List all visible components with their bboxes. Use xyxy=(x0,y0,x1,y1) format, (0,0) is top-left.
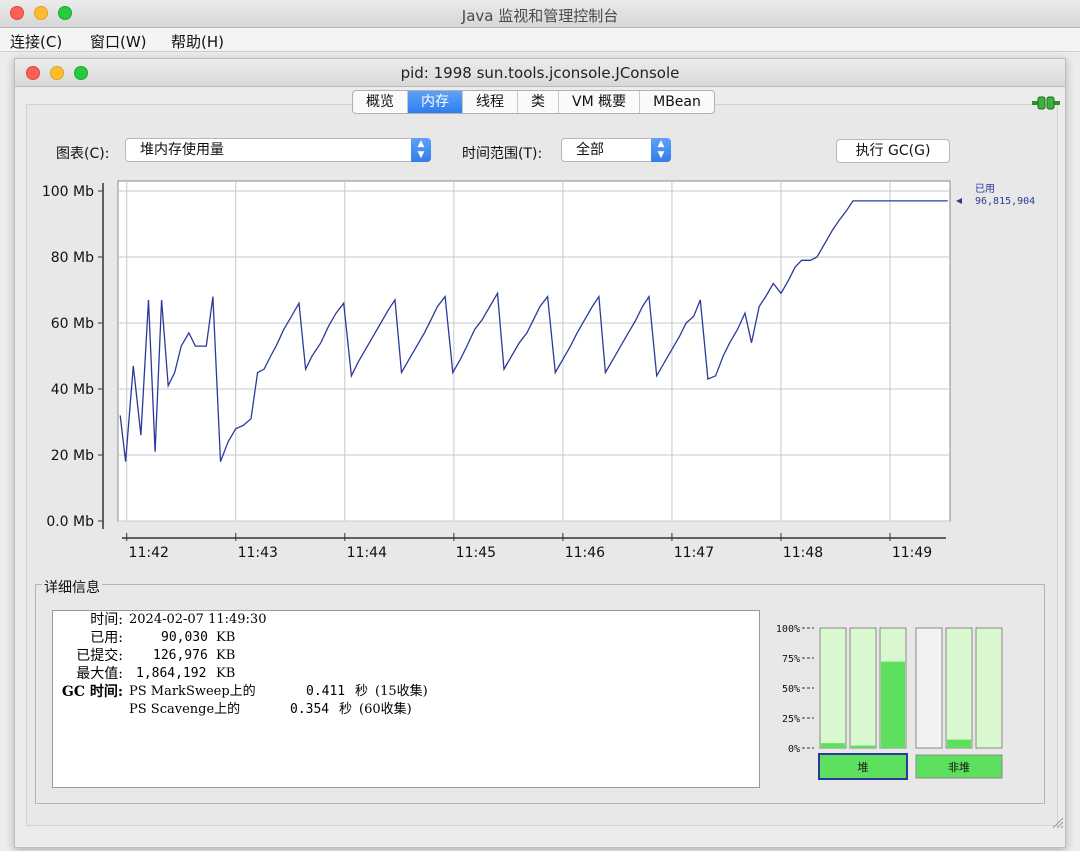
pool-bar-fill xyxy=(947,739,971,748)
heap-pool-label: 堆 xyxy=(858,761,869,774)
menu-bar: 连接(C) 窗口(W) 帮助(H) xyxy=(0,28,1080,52)
details-info-area: 时间: 2024-02-07 11:49:30 已用: 90,030 KB 已提… xyxy=(52,610,760,788)
resize-grip-icon[interactable] xyxy=(1050,815,1064,829)
pool-y-axis: 100% 75% 50% 25% 0% xyxy=(776,624,814,755)
chart-type-select-value: 堆内存使用量 xyxy=(140,142,224,158)
pool-bar-track[interactable] xyxy=(849,627,877,749)
chevron-up-down-icon: ▲ ▼ xyxy=(411,138,431,162)
legend-series-label: 已用 xyxy=(975,184,995,195)
details-section-label: 详细信息 xyxy=(42,577,102,597)
time-range-select-value: 全部 xyxy=(576,142,604,158)
heap-memory-chart: 0.0 Mb20 Mb40 Mb60 Mb80 Mb100 Mb 11:42 11… xyxy=(42,180,1035,561)
tab-bar: 概览 内存 线程 类 VM 概要 MBean xyxy=(352,90,715,114)
menu-connection[interactable]: 连接(C) xyxy=(10,31,62,52)
tab-mbean[interactable]: MBean xyxy=(640,91,714,113)
used-key: 已用: xyxy=(90,630,123,646)
legend-current-value: 96,815,904 xyxy=(975,196,1035,207)
menu-help[interactable]: 帮助(H) xyxy=(171,31,224,52)
pool-tick-label: 75% xyxy=(782,654,800,665)
internal-frame-titlebar: pid: 1998 sun.tools.jconsole.JConsole xyxy=(15,59,1065,87)
y-tick-label: 0.0 Mb xyxy=(46,514,94,530)
x-tick-label: 11:44 xyxy=(347,545,387,561)
connection-status-icon[interactable] xyxy=(1032,95,1060,111)
pool-bar-fill xyxy=(851,745,875,748)
x-tick-label: 11:46 xyxy=(565,545,605,561)
x-tick-label: 11:48 xyxy=(783,545,823,561)
max-unit: KB xyxy=(216,666,236,681)
max-key: 最大值: xyxy=(76,666,123,682)
time-key: 时间: xyxy=(90,612,123,628)
y-tick-label: 100 Mb xyxy=(42,184,94,200)
pool-bar-track[interactable] xyxy=(945,627,973,749)
chevron-up-down-icon: ▲ ▼ xyxy=(651,138,671,162)
perform-gc-button[interactable]: 执行 GC(G) xyxy=(836,139,950,163)
nonheap-pool-label: 非堆 xyxy=(948,761,970,774)
pool-tick-label: 25% xyxy=(782,714,800,725)
time-value: 2024-02-07 11:49:30 xyxy=(129,612,267,627)
y-tick-label: 60 Mb xyxy=(51,316,94,332)
gc-time-unit: 秒 xyxy=(339,702,353,717)
gc-time-key: GC 时间: xyxy=(61,684,123,700)
y-tick-label: 20 Mb xyxy=(51,448,94,464)
window-title: Java 监视和管理控制台 xyxy=(461,7,619,25)
pool-tick-label: 100% xyxy=(776,624,800,635)
x-axis: 11:42 11:43 11:44 11:45 11:46 11:47 11:48 11:49 xyxy=(122,533,946,561)
time-range-label: 时间范围(T): xyxy=(462,146,543,162)
tab-overview[interactable]: 概览 xyxy=(353,91,408,113)
tab-memory[interactable]: 内存 xyxy=(408,91,463,113)
pool-bar-track[interactable] xyxy=(819,627,847,749)
committed-value: 126,976 xyxy=(153,648,208,663)
pool-tick-label: 0% xyxy=(788,744,800,755)
pool-bars xyxy=(819,627,1003,749)
x-tick-label: 11:43 xyxy=(238,545,278,561)
gc-time-unit: 秒 xyxy=(355,684,369,699)
gc-collection-count: (60收集) xyxy=(359,702,412,717)
x-tick-label: 11:49 xyxy=(892,545,932,561)
time-range-select[interactable]: 全部 ▲ ▼ xyxy=(561,138,671,162)
x-tick-label: 11:45 xyxy=(456,545,496,561)
gc-collector-time: 0.354 xyxy=(290,702,330,717)
y-axis: 0.0 Mb 20 Mb 40 Mb 60 Mb 80 Mb 100 Mb xyxy=(42,183,104,530)
max-value: 1,864,192 xyxy=(136,666,207,681)
internal-frame-title: pid: 1998 sun.tools.jconsole.JConsole xyxy=(400,64,680,82)
y-tick-label: 40 Mb xyxy=(51,382,94,398)
tab-classes[interactable]: 类 xyxy=(518,91,559,113)
memory-pool-chart: 100% 75% 50% 25% 0% 堆 非堆 xyxy=(776,624,1003,780)
gc-collection-count: (15收集) xyxy=(375,684,428,699)
committed-unit: KB xyxy=(216,648,236,663)
pool-bar-track[interactable] xyxy=(975,627,1003,749)
gc-collector-name: PS MarkSweep上的 xyxy=(129,684,256,699)
gc-collector-name: PS Scavenge上的 xyxy=(129,702,241,717)
tab-vm-summary[interactable]: VM 概要 xyxy=(559,91,641,113)
pool-tick-label: 50% xyxy=(782,684,800,695)
outer-titlebar: Java 监视和管理控制台 xyxy=(0,0,1080,28)
chart-select-label: 图表(C): xyxy=(56,146,110,162)
menu-window[interactable]: 窗口(W) xyxy=(90,31,147,52)
x-tick-label: 11:47 xyxy=(674,545,714,561)
used-unit: KB xyxy=(216,630,236,645)
gc-collector-time: 0.411 xyxy=(306,684,346,699)
y-tick-label: 80 Mb xyxy=(51,250,94,266)
used-value: 90,030 xyxy=(161,630,208,645)
pool-bar-fill xyxy=(821,743,845,748)
committed-key: 已提交: xyxy=(76,648,123,664)
plot-area xyxy=(117,180,951,522)
tab-threads[interactable]: 线程 xyxy=(463,91,518,113)
x-tick-label: 11:42 xyxy=(129,545,169,561)
pool-bar-track[interactable] xyxy=(915,627,943,749)
chart-type-select[interactable]: 堆内存使用量 ▲ ▼ xyxy=(125,138,431,162)
current-value-marker xyxy=(956,198,962,204)
pool-bar-fill xyxy=(881,661,905,748)
